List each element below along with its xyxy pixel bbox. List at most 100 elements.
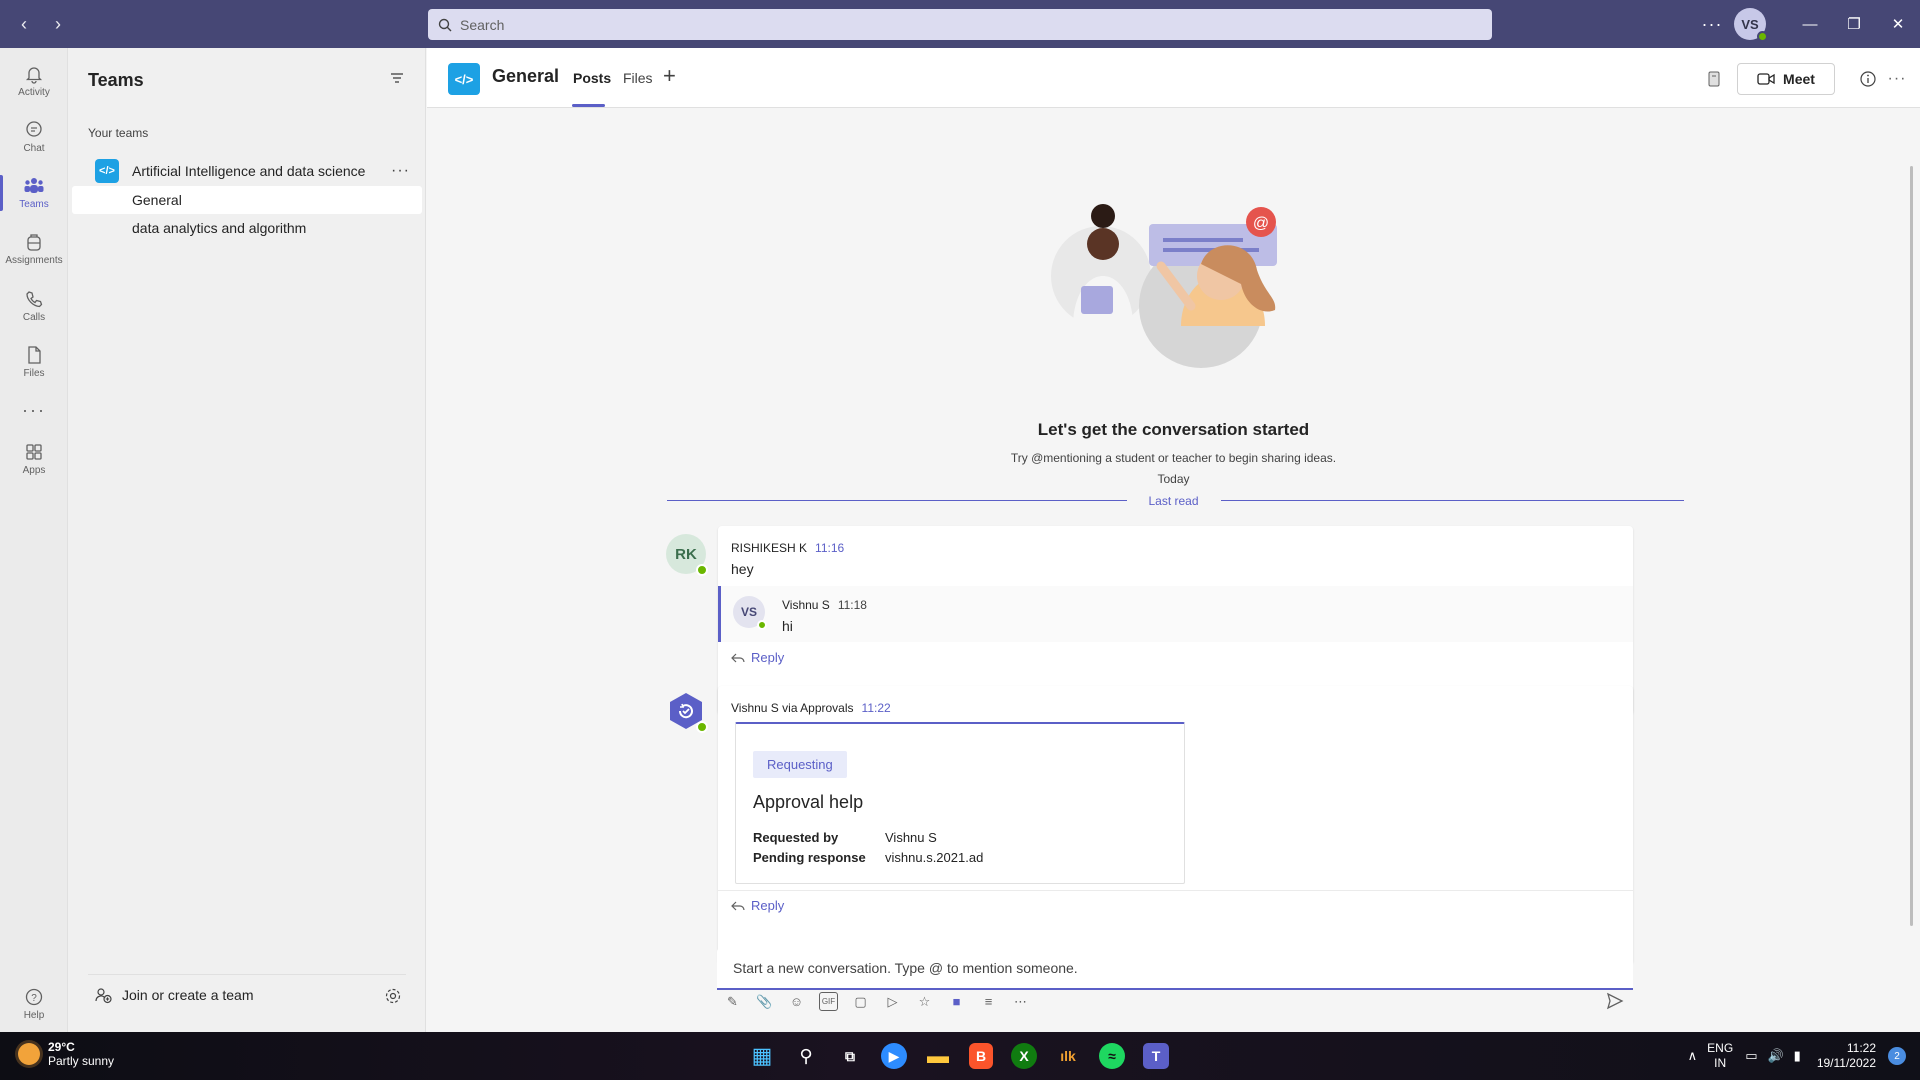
forward-arrow-icon[interactable]: › <box>48 14 68 35</box>
rail-item-chat[interactable]: Chat <box>0 109 68 165</box>
reply-author[interactable]: Vishnu S <box>782 598 830 612</box>
language-bottom: IN <box>1714 1056 1727 1070</box>
team-logo-icon: </> <box>95 159 119 183</box>
chevron-up-icon[interactable]: ∧ <box>1688 1048 1698 1064</box>
brave-browser-icon[interactable]: B <box>969 1043 993 1069</box>
presence-available-icon <box>696 564 708 576</box>
team-more-icon[interactable]: ··· <box>391 162 410 180</box>
gear-icon[interactable] <box>384 987 402 1005</box>
back-arrow-icon[interactable]: ‹ <box>14 14 34 35</box>
title-bar: ‹ › Search ··· VS — ❐ ✕ <box>0 0 1920 48</box>
scrollbar[interactable] <box>1910 166 1913 926</box>
language-indicator[interactable]: ENG IN <box>1707 1041 1733 1071</box>
meet-label: Meet <box>1783 71 1815 87</box>
language-top: ENG <box>1707 1041 1734 1055</box>
taskbar: 29°C Partly sunny ▦ ⚲ ⧉ ▶ ▬ B X ılk ≈ T … <box>0 1032 1920 1080</box>
teams-pane-title: Teams <box>88 70 144 90</box>
apps-icon <box>26 444 42 460</box>
channel-main: </> General Posts Files + Meet ··· @ Let… <box>427 48 1920 1032</box>
reply-button[interactable]: Reply <box>731 650 784 665</box>
compose-placeholder: Start a new conversation. Type @ to ment… <box>733 960 1078 976</box>
search-icon[interactable]: ⚲ <box>790 1040 822 1072</box>
meet-button[interactable]: Meet <box>1737 63 1835 95</box>
requested-by-value: Vishnu S <box>885 830 937 845</box>
message-author[interactable]: RISHIKESH K <box>731 541 807 555</box>
add-tab-icon[interactable]: + <box>663 63 676 89</box>
meet-now-icon[interactable]: ▷ <box>883 992 902 1011</box>
reply-time: 11:18 <box>837 598 867 612</box>
message-header: Vishnu S via Approvals 11:22 <box>731 699 891 717</box>
send-icon[interactable] <box>1606 992 1624 1015</box>
tab-files[interactable]: Files <box>623 70 653 86</box>
volume-icon[interactable]: 🔊 <box>1767 1048 1783 1064</box>
rail-more-icon[interactable]: ··· <box>0 382 68 438</box>
minimize-icon[interactable]: — <box>1788 0 1832 48</box>
settings-more-icon[interactable]: ··· <box>1690 14 1734 35</box>
reply-item: VS Vishnu S 11:18 hi <box>718 586 1633 642</box>
file-explorer-icon[interactable]: ▬ <box>922 1040 954 1072</box>
task-view-icon[interactable]: ⧉ <box>834 1040 866 1072</box>
join-create-team-button[interactable]: Join or create a team <box>88 974 406 1014</box>
active-tab-indicator <box>572 104 605 107</box>
windows-start-icon[interactable]: ▦ <box>746 1040 778 1072</box>
approvals-bot-avatar[interactable] <box>666 691 708 733</box>
filter-icon[interactable] <box>389 70 405 91</box>
channel-item-data-analytics[interactable]: data analytics and algorithm <box>72 214 422 242</box>
winamp-icon[interactable]: ılk <box>1052 1040 1084 1072</box>
attach-icon[interactable]: 📎 <box>755 992 774 1011</box>
battery-icon[interactable]: ▮ <box>1794 1048 1801 1064</box>
spotify-icon[interactable]: ≈ <box>1099 1043 1125 1069</box>
teams-app-icon[interactable]: ■ <box>947 992 966 1011</box>
rail-item-activity[interactable]: Activity <box>0 53 68 109</box>
clock-date: 19/11/2022 <box>1816 1056 1876 1070</box>
status-badge: Requesting <box>753 751 847 778</box>
rail-item-calls[interactable]: Calls <box>0 278 68 334</box>
teams-pane: Teams Your teams </> Artificial Intellig… <box>68 48 426 1032</box>
zoom-icon[interactable]: ▶ <box>881 1043 907 1069</box>
reply-button[interactable]: Reply <box>731 898 784 913</box>
avatar[interactable]: RK <box>666 534 708 576</box>
gif-icon[interactable]: GIF <box>819 992 838 1011</box>
join-label: Join or create a team <box>122 986 254 1003</box>
format-icon[interactable]: ✎ <box>723 992 742 1011</box>
rail-item-help[interactable]: ? Help <box>0 976 68 1032</box>
requested-by-label: Requested by <box>753 830 839 845</box>
notebook-icon[interactable] <box>1701 66 1727 92</box>
loop-icon[interactable]: ≡ <box>979 992 998 1011</box>
display-icon[interactable]: ▭ <box>1745 1048 1757 1064</box>
more-options-icon[interactable]: ⋯ <box>1011 992 1030 1011</box>
conversation-illustration: @ <box>1051 204 1277 368</box>
profile-avatar[interactable]: VS <box>1734 8 1768 42</box>
xbox-icon[interactable]: X <box>1011 1043 1037 1069</box>
teams-taskbar-icon[interactable]: T <box>1143 1043 1169 1069</box>
search-input[interactable]: Search <box>428 9 1492 40</box>
reply-avatar[interactable]: VS <box>733 596 767 630</box>
partly-sunny-icon <box>18 1043 40 1065</box>
team-row[interactable]: </> Artificial Intelligence and data sci… <box>68 155 426 187</box>
clock[interactable]: 11:22 19/11/2022 <box>1817 1041 1876 1071</box>
nav-arrows: ‹ › <box>14 14 68 35</box>
compose-box[interactable]: Start a new conversation. Type @ to ment… <box>717 948 1633 990</box>
restore-icon[interactable]: ❐ <box>1832 0 1876 48</box>
header-more-icon[interactable]: ··· <box>1884 66 1910 92</box>
app-rail: Activity Chat Teams Assignments Calls Fi… <box>0 48 68 1032</box>
notification-badge[interactable]: 2 <box>1888 1047 1906 1065</box>
pending-response-label: Pending response <box>753 850 866 865</box>
reply-label: Reply <box>751 650 785 665</box>
weather-widget[interactable]: 29°C Partly sunny <box>18 1040 114 1068</box>
rail-item-apps[interactable]: Apps <box>0 431 68 487</box>
sticker-icon[interactable]: ▢ <box>851 992 870 1011</box>
rail-item-assignments[interactable]: Assignments <box>0 221 68 277</box>
approval-card[interactable]: Requesting Approval help Requested by Vis… <box>735 722 1185 884</box>
praise-icon[interactable]: ☆ <box>915 992 934 1011</box>
info-icon[interactable] <box>1855 66 1881 92</box>
bell-icon <box>25 67 43 84</box>
search-icon <box>438 18 452 31</box>
rail-item-teams[interactable]: Teams <box>0 165 68 221</box>
close-icon[interactable]: ✕ <box>1876 0 1920 48</box>
emoji-icon[interactable]: ☺ <box>787 992 806 1011</box>
channel-item-general[interactable]: General <box>72 186 422 214</box>
rail-label: Calls <box>22 312 46 323</box>
tab-posts[interactable]: Posts <box>573 70 611 86</box>
message-author[interactable]: Vishnu S via Approvals <box>731 701 854 715</box>
